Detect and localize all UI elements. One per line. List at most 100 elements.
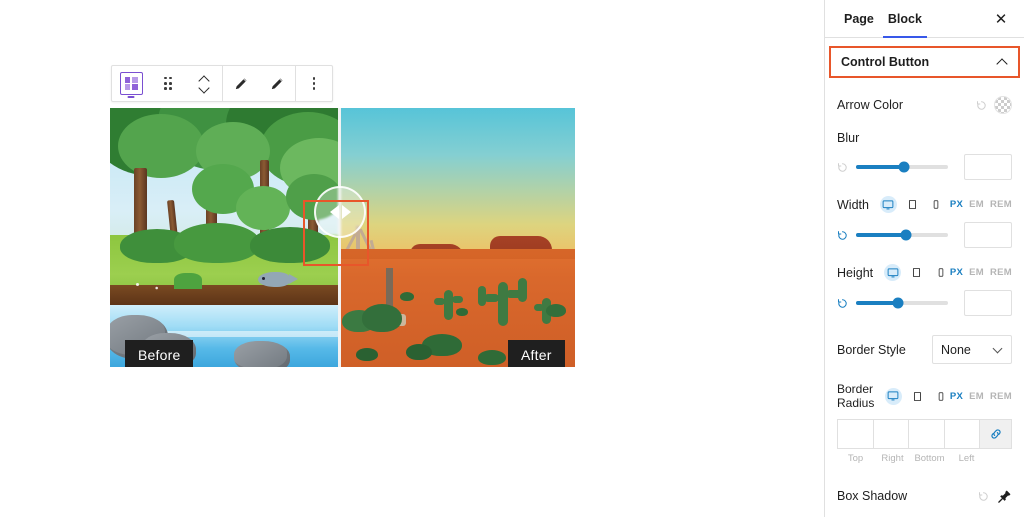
unit-em[interactable]: EM (969, 391, 984, 402)
tablet-icon[interactable] (904, 196, 921, 213)
block-toolbar (111, 65, 333, 102)
field-width: Width PX EM REM (825, 196, 1024, 248)
mobile-icon[interactable] (928, 196, 945, 213)
desktop-icon[interactable] (884, 387, 902, 405)
border-radius-device-selector (884, 387, 950, 405)
before-after-image-block[interactable]: Before After (110, 108, 575, 367)
field-box-shadow: Box Shadow (825, 488, 1024, 504)
editor-root: Before After Page Block ✕ Control Button… (0, 0, 1024, 517)
unit-rem[interactable]: REM (990, 391, 1012, 402)
width-slider[interactable] (856, 229, 948, 241)
arrow-color-swatch[interactable] (994, 96, 1012, 114)
field-arrow-color: Arrow Color (825, 96, 1024, 114)
border-radius-left-input[interactable] (943, 419, 981, 449)
width-unit-selector: PX EM REM (950, 199, 1012, 210)
unit-em[interactable]: EM (969, 199, 984, 210)
editor-canvas: Before After (0, 0, 824, 517)
unit-em[interactable]: EM (969, 267, 984, 278)
height-device-selector (884, 264, 949, 281)
reset-icon[interactable] (978, 491, 989, 502)
width-device-selector (879, 196, 945, 213)
block-type-button[interactable] (112, 66, 150, 101)
reset-icon[interactable] (837, 230, 848, 241)
right-arrow-icon (341, 205, 351, 219)
reset-icon[interactable] (976, 100, 987, 111)
width-value-input[interactable] (964, 222, 1012, 248)
mobile-icon[interactable] (932, 264, 949, 281)
box-shadow-label: Box Shadow (837, 489, 908, 503)
caption-bottom: Bottom (914, 453, 945, 464)
border-radius-top-input[interactable] (837, 419, 874, 449)
chevron-down-icon (200, 86, 209, 91)
height-value-input[interactable] (964, 290, 1012, 316)
field-border-style: Border Style None (825, 335, 1024, 364)
border-radius-captions: Top Right Bottom Left (837, 453, 1012, 464)
chevron-up-icon (200, 77, 209, 82)
chevron-up-icon (998, 59, 1008, 65)
border-style-select[interactable]: None (932, 335, 1012, 364)
height-label: Height (837, 265, 874, 280)
field-border-radius: Border Radius PX EM REM Top Right Bottom… (825, 382, 1024, 464)
more-options-button[interactable] (296, 66, 332, 101)
close-icon[interactable]: ✕ (990, 8, 1012, 30)
unit-px[interactable]: PX (950, 199, 963, 210)
control-button[interactable] (314, 186, 366, 238)
desktop-icon[interactable] (884, 264, 902, 281)
desert-illustration (338, 108, 575, 367)
border-radius-right-input[interactable] (872, 419, 910, 449)
blur-label: Blur (837, 131, 860, 145)
height-slider[interactable] (856, 297, 948, 309)
blur-value-input[interactable] (964, 154, 1012, 180)
unit-rem[interactable]: REM (990, 267, 1012, 278)
unit-px[interactable]: PX (950, 391, 963, 402)
toolbar-group-edit (223, 66, 296, 101)
link-icon[interactable] (979, 419, 1013, 449)
tablet-icon[interactable] (908, 264, 925, 281)
unit-rem[interactable]: REM (990, 199, 1012, 210)
panel-title: Control Button (841, 55, 930, 69)
pin-icon[interactable] (996, 488, 1012, 504)
reset-icon[interactable] (837, 298, 848, 309)
caption-top: Top (847, 453, 864, 464)
border-radius-bottom-input[interactable] (908, 419, 945, 449)
toolbar-group-more (296, 66, 332, 101)
left-arrow-icon (329, 205, 339, 219)
move-block-buttons[interactable] (186, 66, 222, 101)
border-radius-unit-selector: PX EM REM (950, 391, 1012, 402)
drag-handle-icon (163, 76, 172, 90)
width-label: Width (837, 197, 869, 212)
tab-page[interactable]: Page (837, 0, 881, 38)
unit-px[interactable]: PX (950, 267, 963, 278)
arrow-color-label: Arrow Color (837, 98, 903, 112)
caption-right: Right (881, 453, 904, 464)
reset-icon[interactable] (837, 162, 848, 173)
field-blur: Blur (825, 131, 1024, 180)
desktop-icon[interactable] (879, 196, 897, 213)
pencil-icon (269, 75, 286, 92)
tablet-icon[interactable] (909, 388, 926, 405)
border-radius-label: Border Radius (837, 382, 875, 410)
settings-sidebar: Page Block ✕ Control Button Arrow Color (824, 0, 1024, 517)
panel-header-control-button[interactable]: Control Button (829, 46, 1020, 78)
toolbar-group-block (112, 66, 223, 101)
blur-slider[interactable] (856, 161, 948, 173)
forest-illustration (110, 108, 338, 367)
before-image: Before (110, 108, 338, 367)
after-label: After (508, 340, 565, 367)
more-options-icon (312, 76, 316, 91)
border-style-label: Border Style (837, 342, 906, 357)
block-grid-icon (119, 72, 143, 95)
mobile-icon[interactable] (933, 388, 950, 405)
drag-handle-button[interactable] (150, 66, 186, 101)
edit-after-image-button[interactable] (259, 66, 295, 101)
edit-before-image-button[interactable] (223, 66, 259, 101)
tab-block[interactable]: Block (881, 0, 929, 38)
height-unit-selector: PX EM REM (950, 267, 1012, 278)
caption-left: Left (958, 453, 975, 464)
pencil-icon (233, 75, 250, 92)
border-style-value: None (941, 342, 971, 357)
chevron-down-icon (994, 347, 1003, 353)
before-label: Before (125, 340, 194, 367)
after-image: After (338, 108, 575, 367)
sidebar-tabs: Page Block ✕ (825, 0, 1024, 38)
